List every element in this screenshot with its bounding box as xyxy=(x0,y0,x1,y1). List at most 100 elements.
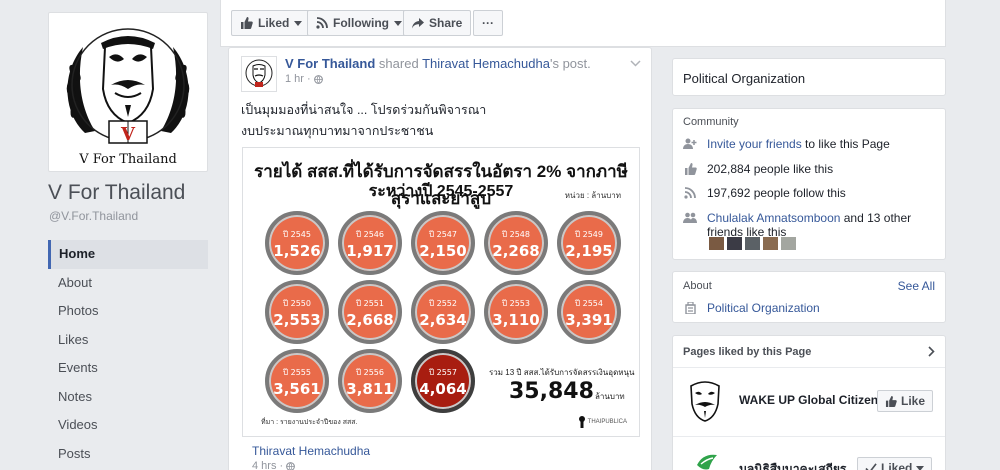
original-author-link[interactable]: Thiravat Hemachudha xyxy=(422,56,550,71)
community-title[interactable]: Community xyxy=(683,116,739,128)
infographic-unit: หน่วย : ล้านบาท xyxy=(564,191,621,200)
post-author-link[interactable]: V For Thailand xyxy=(285,56,375,71)
revenue-circle: ปี 2548 2,268 xyxy=(484,211,548,275)
liked-label: Liked xyxy=(881,461,913,470)
category-card: Political Organization xyxy=(672,58,946,96)
total-label: รวม 13 ปี สสส.ได้รับการจัดสรรเงินอุดหนุน xyxy=(489,368,635,377)
caret-down-icon xyxy=(294,20,303,26)
friends-icon xyxy=(683,212,697,223)
share-label[interactable]: Share xyxy=(429,16,462,30)
category-label[interactable]: Political Organization xyxy=(683,71,805,86)
globe-icon xyxy=(313,74,323,84)
pages-liked-card: Pages liked by this Page WAKE UP Global … xyxy=(672,335,946,470)
mask-avatar-icon xyxy=(245,59,273,87)
circle-year: ปี 2547 xyxy=(429,230,457,239)
check-icon xyxy=(865,462,877,470)
thumbs-up-icon xyxy=(241,17,253,29)
wake-up-mask-icon[interactable] xyxy=(687,378,723,422)
friend-avatar[interactable] xyxy=(763,237,778,250)
thumbs-up-icon xyxy=(684,163,697,175)
revenue-circle: ปี 2553 3,110 xyxy=(484,280,548,344)
more-options-button[interactable]: ··· xyxy=(473,10,503,36)
page-handle[interactable]: @V.For.Thailand xyxy=(49,209,138,223)
total-unit: ล้านบาท xyxy=(595,392,625,401)
circle-year: ปี 2555 xyxy=(283,368,311,377)
page-profile-picture[interactable]: V V For Thailand xyxy=(48,12,208,172)
nav-notes[interactable]: Notes xyxy=(48,383,208,412)
circle-value: 3,811 xyxy=(346,380,394,398)
invite-rest: to like this Page xyxy=(801,137,890,151)
page-name[interactable]: V For Thailand xyxy=(48,181,185,205)
rss-icon xyxy=(316,17,328,29)
friend-name-link[interactable]: Chulalak Amnatsomboon xyxy=(707,211,840,225)
total-value: 35,848 xyxy=(509,379,594,404)
circle-value: 2,634 xyxy=(419,311,467,329)
revenue-circle: ปี 2555 3,561 xyxy=(265,349,329,413)
circle-value: 2,195 xyxy=(565,242,613,260)
logo-caption: V For Thailand xyxy=(78,152,177,167)
infographic-image[interactable]: รายได้ สสส.ที่ได้รับการจัดสรรในอัตรา 2% … xyxy=(242,147,640,437)
pages-liked-title[interactable]: Pages liked by this Page xyxy=(683,346,811,358)
shared-post-timestamp[interactable]: 4 hrs · xyxy=(252,460,296,470)
nav-likes[interactable]: Likes xyxy=(48,326,208,355)
nav-posts[interactable]: Posts xyxy=(48,440,208,469)
revenue-circle: ปี 2550 2,553 xyxy=(265,280,329,344)
globe-icon xyxy=(286,461,296,470)
friend-avatar[interactable] xyxy=(727,237,742,250)
share-arrow-icon xyxy=(412,17,424,28)
liked-page-1-name[interactable]: WAKE UP Global Citizen xyxy=(739,393,878,407)
circle-year: ปี 2545 xyxy=(283,230,311,239)
circle-value: 3,110 xyxy=(492,311,540,329)
liked-label: Liked xyxy=(258,16,290,30)
circle-value: 3,561 xyxy=(273,380,321,398)
following-button[interactable]: Following xyxy=(307,10,411,36)
friend-avatars xyxy=(709,237,796,250)
circle-year: ปี 2554 xyxy=(575,299,603,308)
friend-avatar[interactable] xyxy=(781,237,796,250)
liked-button[interactable]: Liked xyxy=(231,10,312,36)
invite-friends-link[interactable]: Invite your friends xyxy=(707,137,802,151)
see-all-link[interactable]: See All xyxy=(898,279,935,293)
post-options-chevron[interactable] xyxy=(630,54,641,72)
chevron-right-icon[interactable] xyxy=(928,346,935,357)
following-label: Following xyxy=(333,16,389,30)
share-button[interactable]: Share xyxy=(403,10,472,36)
like-label: Like xyxy=(901,394,926,408)
divider xyxy=(673,367,945,368)
liked-page-2-name[interactable]: มูลนิธิสืบนาคะเสถียร xyxy=(739,460,846,470)
post-timestamp[interactable]: 1 hr · xyxy=(285,73,323,85)
nav-home[interactable]: Home xyxy=(48,240,208,269)
revenue-circle: ปี 2552 2,634 xyxy=(411,280,475,344)
shared-post: V For Thailand shared Thiravat Hemachudh… xyxy=(228,47,652,470)
friends-like-row: Chulalak Amnatsomboon and 13 other frien… xyxy=(683,211,937,239)
page-nav: Home About Photos Likes Events Notes Vid… xyxy=(48,240,208,468)
revenue-circle: ปี 2551 2,668 xyxy=(338,280,402,344)
community-card: Community Invite your friends to like th… xyxy=(672,108,946,260)
circle-year: ปี 2551 xyxy=(356,299,384,308)
post-header: V For Thailand shared Thiravat Hemachudh… xyxy=(285,56,591,71)
revenue-circle: ปี 2546 1,917 xyxy=(338,211,402,275)
guy-fawkes-mask-logo: V V For Thailand xyxy=(66,28,190,167)
invite-row: Invite your friends to like this Page xyxy=(683,137,890,151)
nav-videos[interactable]: Videos xyxy=(48,411,208,440)
friend-avatar[interactable] xyxy=(709,237,724,250)
seub-foundation-logo[interactable] xyxy=(695,451,721,470)
circle-year: ปี 2548 xyxy=(502,230,530,239)
revenue-circle: ปี 2547 2,150 xyxy=(411,211,475,275)
nav-photos[interactable]: Photos xyxy=(48,297,208,326)
post-time-text: 1 hr · xyxy=(285,73,311,85)
original-suffix: 's post. xyxy=(549,56,591,71)
logo-text: THAIPUBLICA xyxy=(587,419,627,425)
like-page-1-button[interactable]: Like xyxy=(877,390,934,412)
liked-page-2-button[interactable]: Liked xyxy=(857,457,933,470)
circle-value: 4,064 xyxy=(419,380,467,398)
friend-avatar[interactable] xyxy=(745,237,760,250)
post-author-avatar[interactable] xyxy=(241,56,277,92)
about-category-link[interactable]: Political Organization xyxy=(707,301,820,315)
nav-events[interactable]: Events xyxy=(48,354,208,383)
about-title[interactable]: About xyxy=(683,280,712,292)
shared-post-author[interactable]: Thiravat Hemachudha xyxy=(252,444,370,458)
page-action-bar: Liked Following Share ··· xyxy=(220,0,946,47)
more-dots: ··· xyxy=(482,16,494,30)
nav-about[interactable]: About xyxy=(48,269,208,298)
